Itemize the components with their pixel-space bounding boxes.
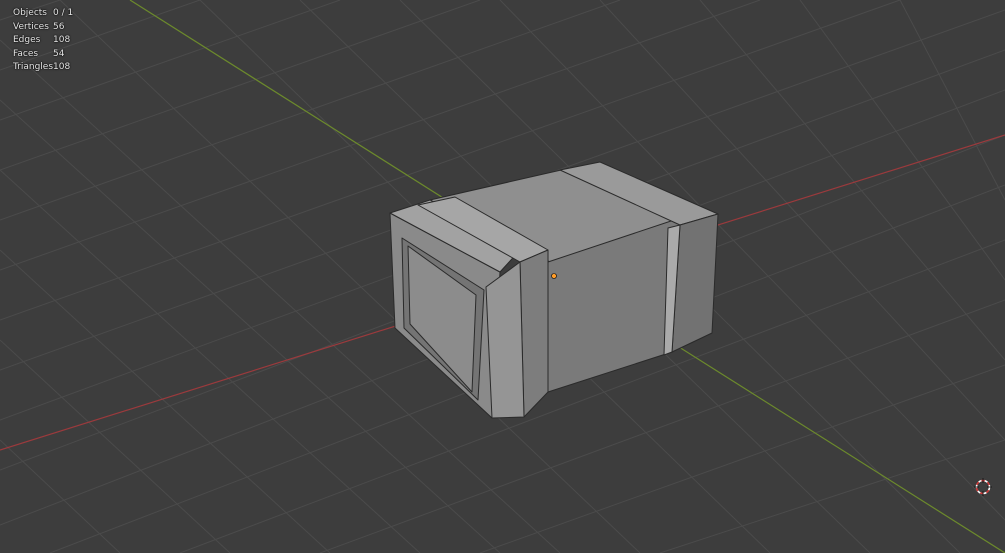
stat-value: 0 / 1 — [53, 8, 74, 18]
stat-value: 56 — [53, 21, 65, 32]
stat-label: Triangles — [13, 62, 54, 72]
stat-label: Objects — [13, 8, 48, 18]
stat-label: Vertices — [13, 21, 49, 32]
stat-value: 108 — [53, 62, 71, 72]
crate-object[interactable] — [389, 161, 719, 419]
3d-cursor-icon[interactable] — [974, 478, 992, 496]
stat-value: 108 — [53, 35, 71, 45]
stat-row-vertices: Vertices 56 — [13, 21, 73, 35]
stat-row-faces: Faces 54 — [13, 48, 73, 62]
stat-row-objects: Objects 0 / 1 — [13, 7, 73, 21]
stat-row-triangles: Triangles 108 — [13, 61, 73, 75]
3d-viewport[interactable]: Objects 0 / 1 Vertices 56 Edges 108 Face… — [0, 0, 1005, 553]
origin-point-icon — [551, 273, 557, 279]
stat-label: Faces — [13, 48, 39, 59]
viewport-canvas[interactable] — [0, 0, 1005, 553]
stat-row-edges: Edges 108 — [13, 34, 73, 48]
stat-label: Edges — [13, 35, 41, 45]
stat-value: 54 — [53, 48, 65, 59]
statistics-overlay: Objects 0 / 1 Vertices 56 Edges 108 Face… — [13, 7, 73, 75]
